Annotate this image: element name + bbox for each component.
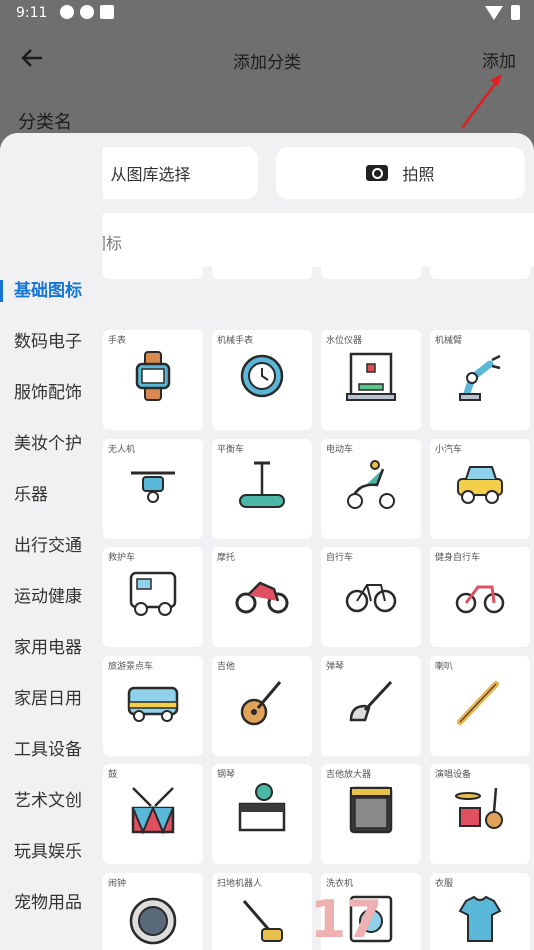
icon-tile[interactable] — [103, 267, 203, 279]
icon-tile-label: 洗衣机 — [326, 879, 354, 889]
icon-tile[interactable]: 机械臂 — [430, 330, 530, 430]
band-instruments-icon — [452, 782, 508, 838]
category-item[interactable]: 运动健康 — [0, 572, 103, 623]
clothes-icon — [452, 891, 508, 947]
icon-tile[interactable] — [321, 267, 421, 279]
icon-tile-label: 钢琴 — [217, 770, 236, 780]
icon-tile[interactable]: 摩托 — [212, 547, 312, 647]
bicycle-icon — [343, 565, 399, 621]
camera-button-label: 拍照 — [402, 165, 435, 184]
annotation-arrow-up — [461, 79, 499, 129]
motorcycle-icon — [234, 565, 290, 621]
amplifier-icon — [343, 782, 399, 838]
icon-tile[interactable]: 电动车 — [321, 439, 421, 539]
category-item[interactable]: 宠物用品 — [0, 878, 103, 929]
icon-tile-label: 扫地机器人 — [217, 879, 263, 889]
icon-tile[interactable]: 自行车 — [321, 547, 421, 647]
icon-tile[interactable]: 平衡车 — [212, 439, 312, 539]
category-item[interactable]: 数码电子 — [0, 317, 103, 368]
icon-tile[interactable]: 救护车 — [103, 547, 203, 647]
robot-vacuum-icon — [125, 891, 181, 947]
icon-tile[interactable]: 演唱设备 — [430, 764, 530, 864]
icon-picker-sheet: 从图库选择 拍照 🔍︎ 搜索图标 基础图标数码电子服饰配饰美妆个护乐器出行交通运… — [0, 133, 534, 950]
floor-cleaner-icon — [234, 891, 290, 947]
icon-tile-label: 小汽车 — [435, 445, 463, 455]
category-item[interactable]: 家居日用 — [0, 674, 103, 725]
watch-icon — [125, 348, 181, 404]
icon-tile-label: 闹钟 — [108, 879, 127, 889]
gallery-button-label: 从图库选择 — [110, 165, 191, 184]
category-item[interactable]: 玩具娱乐 — [0, 827, 103, 878]
category-item[interactable]: 工具设备 — [0, 725, 103, 776]
icon-tile[interactable]: 机械手表 — [212, 330, 312, 430]
category-sidebar: 基础图标 数码电子 服饰配饰 美妆个护 乐器 出行交通 运动健康 家用电器 家居日用 工具设备 艺术… — [0, 133, 103, 913]
camper-van-icon — [125, 565, 181, 621]
icon-tile[interactable]: 钢琴 — [212, 764, 312, 864]
icon-tile-label: 无人机 — [108, 445, 136, 455]
icon-tile-label: 水位仪器 — [326, 336, 363, 346]
icon-tile-label: 健身自行车 — [435, 553, 481, 563]
icon-tile-label: 鼓 — [108, 770, 118, 780]
icon-tile-label: 救护车 — [108, 553, 136, 563]
flute-icon — [452, 674, 508, 730]
icon-tile[interactable] — [430, 267, 530, 279]
drone-icon — [125, 457, 181, 513]
category-item[interactable]: 服饰配饰 — [0, 368, 103, 419]
icon-tile-label: 演唱设备 — [435, 770, 472, 780]
icon-tile[interactable]: 吉他 — [212, 656, 312, 756]
icon-tile-label: 平衡车 — [217, 445, 245, 455]
icon-tile[interactable]: 弹琴 — [321, 656, 421, 756]
guitar-icon — [234, 674, 290, 730]
icon-tile-label: 自行车 — [326, 553, 354, 563]
kids-bike-icon — [452, 565, 508, 621]
icon-tile[interactable]: 手表 — [103, 330, 203, 430]
electric-scooter-icon — [343, 457, 399, 513]
watermark-number: 17 — [310, 890, 383, 950]
icon-tile[interactable]: 闹钟 — [103, 873, 203, 950]
camera-icon — [366, 165, 389, 181]
category-item[interactable]: 美妆个护 — [0, 419, 103, 470]
category-item[interactable]: 基础图标 — [0, 266, 103, 317]
icon-tile[interactable]: 无人机 — [103, 439, 203, 539]
icon-tile-label: 衣服 — [435, 879, 454, 889]
icon-tile-label: 喇叭 — [435, 662, 454, 672]
category-item[interactable]: 艺术文创 — [0, 776, 103, 827]
icon-tile[interactable]: 吉他放大器 — [321, 764, 421, 864]
category-item[interactable]: 乐器 — [0, 470, 103, 521]
icon-tile-label: 弹琴 — [326, 662, 345, 672]
balance-scooter-icon — [234, 457, 290, 513]
icon-tile[interactable] — [212, 267, 312, 279]
bus-icon — [125, 674, 181, 730]
car-icon — [452, 457, 508, 513]
icon-tile[interactable]: 小汽车 — [430, 439, 530, 539]
icon-tile[interactable]: 衣服 — [430, 873, 530, 950]
icon-tile-label: 手表 — [108, 336, 127, 346]
icon-grid: 手表 机械手表 水位仪器 机械臂无人机 平衡车 电动车 小汽车救护车 摩托 自行车 健身自行车旅游… — [103, 267, 534, 950]
drum-icon — [125, 782, 181, 838]
electric-guitar-icon — [343, 674, 399, 730]
icon-tile[interactable]: 喇叭 — [430, 656, 530, 756]
icon-tile-label: 旅游景点车 — [108, 662, 154, 672]
category-item[interactable]: 出行交通 — [0, 521, 103, 572]
icon-tile-label: 摩托 — [217, 553, 236, 563]
icon-tile[interactable]: 旅游景点车 — [103, 656, 203, 756]
robot-arm-icon — [452, 348, 508, 404]
icon-tile[interactable]: 健身自行车 — [430, 547, 530, 647]
3d-printer-icon — [343, 348, 399, 404]
camera-button[interactable]: 拍照 — [276, 147, 525, 199]
icon-tile-label: 电动车 — [326, 445, 354, 455]
icon-tile-label: 吉他放大器 — [326, 770, 372, 780]
mechanical-watch-icon — [234, 348, 290, 404]
icon-tile-label: 机械臂 — [435, 336, 463, 346]
icon-tile-label: 机械手表 — [217, 336, 254, 346]
category-item[interactable]: 家用电器 — [0, 623, 103, 674]
icon-tile[interactable]: 水位仪器 — [321, 330, 421, 430]
icon-tile[interactable]: 扫地机器人 — [212, 873, 312, 950]
piano-icon — [234, 782, 290, 838]
icon-tile-label: 吉他 — [217, 662, 236, 672]
icon-tile[interactable]: 鼓 — [103, 764, 203, 864]
